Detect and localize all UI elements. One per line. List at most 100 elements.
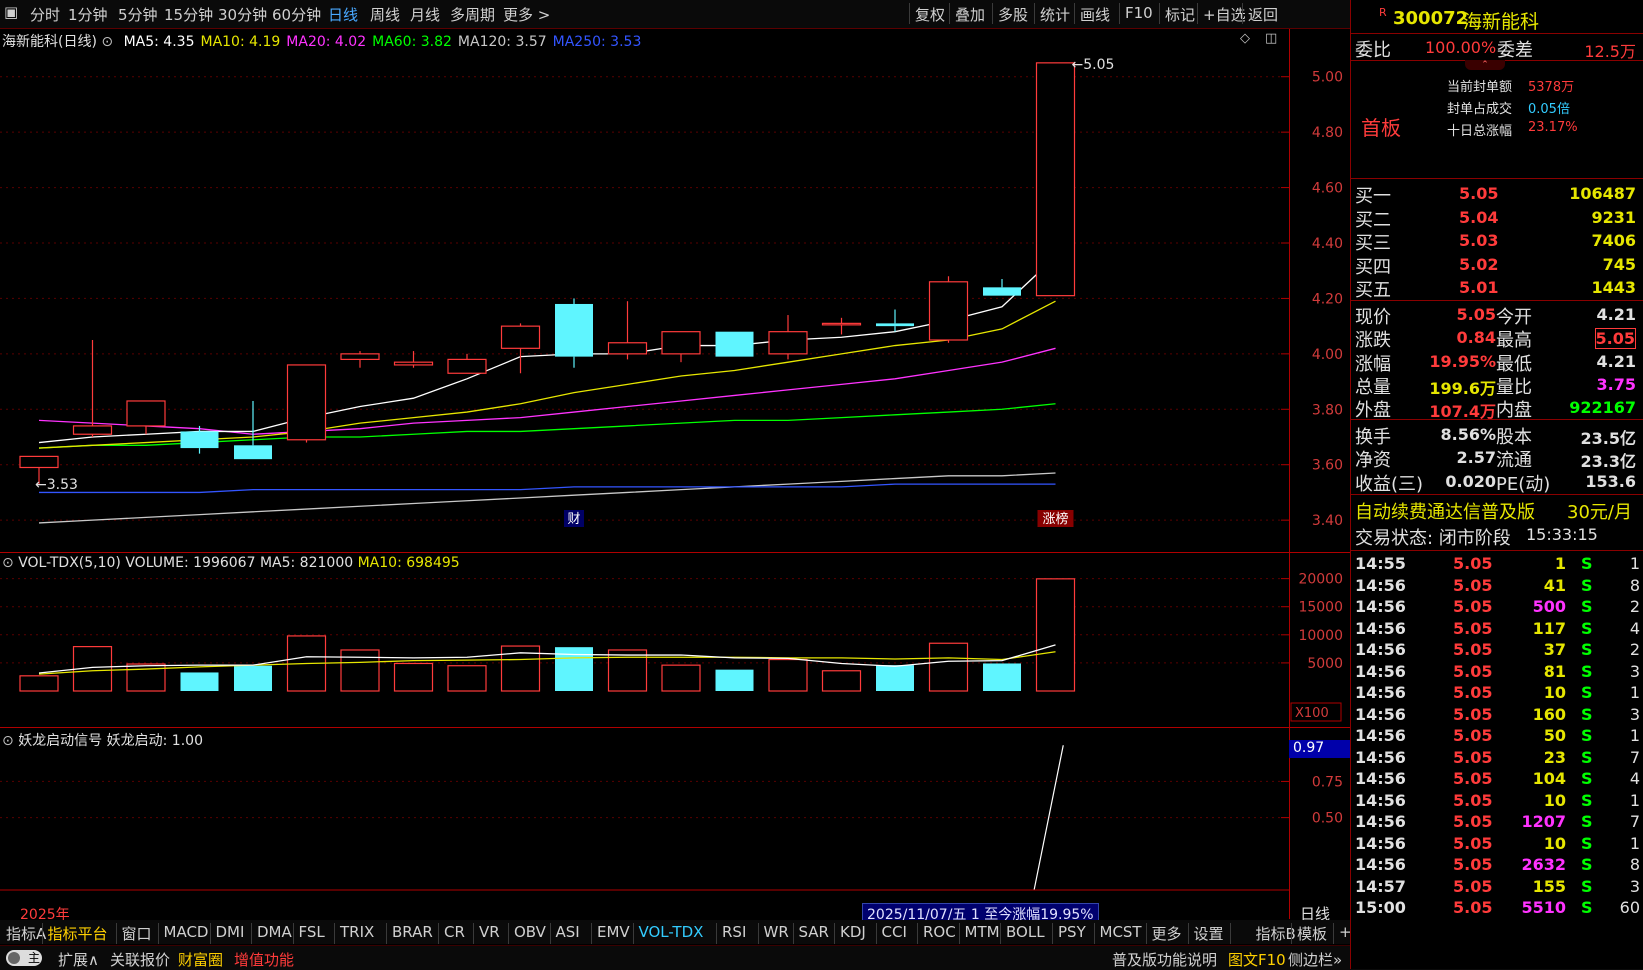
promo-row[interactable]: 自动续费通达信普及版 30元/月 (1351, 498, 1643, 523)
collapse-icon[interactable]: ⌃ (1465, 60, 1505, 70)
stat-value: 5.05 (1594, 328, 1636, 350)
toolbar-5-button[interactable]: 画线 (1080, 4, 1110, 25)
indicator-tab-12[interactable]: OBV (514, 923, 546, 941)
stock-name[interactable]: 海新能科 (1463, 7, 1539, 34)
event-cai-label[interactable]: 财 (567, 512, 580, 527)
indicator-tab-28[interactable]: 指标B (1256, 923, 1296, 944)
indicator-tab-7[interactable]: FSL (299, 923, 325, 941)
toolbar-9-button[interactable]: 返回 (1248, 4, 1278, 25)
seal-amount-label: 当前封单额 (1447, 80, 1513, 95)
tick-row: 14:56 5.05 81 S 3 (1351, 662, 1643, 683)
window-toggle-icon[interactable]: ▣ (4, 3, 18, 21)
indicator-tab-17[interactable]: WR (764, 923, 789, 941)
tick-count: 4 (1629, 769, 1640, 788)
period-6-button[interactable]: 60分钟 (272, 4, 321, 25)
toolbar-6-button[interactable]: F10 (1125, 4, 1153, 22)
toolbar-3-button[interactable]: 多股 (998, 4, 1028, 25)
indicator-tab-13[interactable]: ASI (556, 923, 580, 941)
period-9-button[interactable]: 月线 (410, 4, 440, 25)
toolbar-4-button[interactable]: 统计 (1040, 4, 1070, 25)
period-2-button[interactable]: 1分钟 (68, 4, 108, 25)
candle (715, 331, 754, 357)
status-left-2[interactable]: 关联报价 (110, 949, 170, 970)
tick-count: 7 (1629, 812, 1640, 831)
status-center-2[interactable]: 图文F10 (1228, 949, 1286, 970)
indicator-tab-1[interactable]: 指标A (6, 923, 46, 944)
status-center-3[interactable]: 侧边栏» (1288, 949, 1342, 970)
period-11-button[interactable]: 更多 > (503, 4, 550, 25)
board-label: 首板 (1361, 116, 1401, 140)
candle (555, 298, 593, 368)
indicator-tab-23[interactable]: BOLL (1006, 923, 1045, 941)
indicator-tab-10[interactable]: CR (444, 923, 465, 941)
stat-label: 净资 (1355, 450, 1391, 472)
period-4-button[interactable]: 15分钟 (164, 4, 213, 25)
tab-separator (292, 923, 294, 944)
volume-bar (447, 665, 487, 692)
indicator-tab-18[interactable]: SAR (799, 923, 829, 941)
stat-label: 量比 (1496, 376, 1532, 398)
candle (607, 301, 648, 360)
indicator-tab-26[interactable]: 更多 (1152, 923, 1182, 944)
price-axis-label: 5.00 (1312, 70, 1343, 86)
period-3-button[interactable]: 5分钟 (118, 4, 158, 25)
indicator-tab-6[interactable]: DMA (257, 923, 292, 941)
indicator-tab-8[interactable]: TRIX (340, 923, 374, 941)
stat-row-3: 涨幅 19.95% 最低 4.21 (1351, 350, 1643, 375)
indicator-tab-15[interactable]: VOL-TDX (639, 923, 704, 941)
tick-time: 14:56 (1355, 704, 1406, 724)
indicator-tab-19[interactable]: KDJ (840, 923, 866, 941)
ma20-line (38, 347, 1056, 435)
event-zhangbang-label[interactable]: 涨榜 (1042, 511, 1068, 527)
volume-bar (340, 649, 380, 692)
tick-volume: 104 (1532, 769, 1566, 788)
toolbar-2-button[interactable]: 叠加 (955, 4, 985, 25)
indicator-tab-22[interactable]: MTM (965, 923, 1000, 941)
bid-price: 5.03 (1459, 231, 1499, 250)
indicator-tab-9[interactable]: BRAR (392, 923, 433, 941)
tick-row: 14:56 5.05 10 S 1 (1351, 683, 1643, 704)
toolbar-8-button[interactable]: +自选 (1203, 4, 1246, 25)
indicator-tab-25[interactable]: MCST (1100, 923, 1142, 941)
indicator-tab-27[interactable]: 设置 (1194, 923, 1224, 944)
status-left-4[interactable]: 增值功能 (234, 949, 294, 970)
status-left-1[interactable]: 扩展∧ (58, 949, 99, 970)
tick-time: 14:56 (1355, 640, 1406, 659)
bid-label: 买二 (1355, 209, 1391, 231)
tick-count: 8 (1629, 575, 1640, 595)
tick-volume: 1207 (1521, 812, 1566, 831)
indicator-tab-11[interactable]: VR (479, 923, 500, 941)
indicator-tab-4[interactable]: MACD (164, 923, 209, 941)
indicator-tab-21[interactable]: ROC (923, 923, 956, 941)
period-8-button[interactable]: 周线 (370, 4, 400, 25)
stat2-row-2: 净资 2.57 流通 23.3亿 (1351, 446, 1643, 472)
indicator-tab-20[interactable]: CCI (882, 923, 907, 941)
period-1-button[interactable]: 分时 (30, 4, 60, 25)
toolbar-7-button[interactable]: 标记 (1165, 4, 1195, 25)
candle (234, 400, 272, 460)
toolbar-1-button[interactable]: 复权 (915, 4, 945, 25)
status-left-3[interactable]: 财富圈 (178, 949, 223, 970)
tick-row: 14:56 5.05 500 S 2 (1351, 597, 1643, 618)
tick-price: 5.05 (1453, 683, 1493, 702)
tick-side: S (1581, 747, 1593, 767)
period-5-button[interactable]: 30分钟 (218, 4, 267, 25)
indicator-tab-2[interactable]: 指标平台 (48, 923, 108, 944)
indicator-tab-3[interactable]: 窗口 (122, 923, 152, 944)
stat-value: 4.21 (1596, 305, 1636, 324)
indicator-tab-29[interactable]: 模板 (1297, 923, 1327, 944)
tick-side: S (1581, 704, 1593, 724)
indicator-tab-16[interactable]: RSI (722, 923, 746, 941)
stat-row-1: 现价 5.05 今开 4.21 (1351, 303, 1643, 328)
period-7-button[interactable]: 日线 (328, 4, 358, 25)
tick-price: 5.05 (1453, 747, 1493, 767)
status-center-1[interactable]: 普及版功能说明 (1112, 949, 1217, 970)
indicator-tab-24[interactable]: PSY (1058, 923, 1086, 941)
candle (286, 364, 327, 443)
tick-price: 5.05 (1453, 640, 1493, 659)
main-toggle[interactable]: 主 (6, 950, 42, 966)
period-10-button[interactable]: 多周期 (450, 4, 495, 25)
indicator-tab-14[interactable]: EMV (597, 923, 630, 941)
indicator-tab-5[interactable]: DMI (216, 923, 245, 941)
tick-time: 14:56 (1355, 855, 1406, 874)
